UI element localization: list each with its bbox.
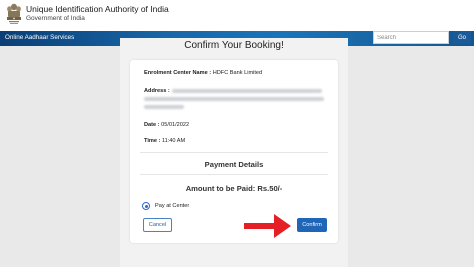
search-input[interactable]: [373, 31, 449, 44]
payment-heading: Payment Details: [204, 160, 264, 169]
site-header: Unique Identification Authority of India…: [0, 0, 474, 31]
address-redacted-line: [172, 89, 322, 93]
go-button[interactable]: Go: [453, 31, 471, 44]
booking-card: Enrolment Center Name : HDFC Bank Limite…: [130, 60, 338, 243]
confirm-button[interactable]: Confirm: [297, 218, 327, 232]
time-label: Time :: [144, 138, 161, 144]
address-redacted-line: [144, 97, 324, 101]
red-arrow-icon: [244, 214, 291, 238]
amount-text: Amount to be Paid: Rs.50/-: [185, 184, 283, 193]
pay-at-center-radio[interactable]: [142, 202, 150, 210]
center-value: HDFC Bank Limited: [212, 70, 263, 76]
org-subtitle: Government of India: [26, 15, 85, 22]
date-value: 05/01/2022: [161, 122, 190, 128]
date-label: Date :: [144, 122, 160, 128]
org-name: Unique Identification Authority of India: [26, 4, 169, 14]
date-row: Date : 05/01/2022: [144, 122, 189, 128]
time-row: Time : 11:40 AM: [144, 138, 185, 144]
address-row: Address :: [144, 88, 170, 94]
center-row: Enrolment Center Name : HDFC Bank Limite…: [144, 70, 262, 76]
pay-at-center-label[interactable]: Pay at Center: [155, 203, 189, 209]
page-title: Confirm Your Booking!: [184, 40, 284, 51]
center-label: Enrolment Center Name :: [144, 70, 212, 76]
national-emblem-icon: [7, 3, 21, 24]
section-divider: [140, 152, 328, 153]
address-redacted-line: [144, 105, 184, 109]
time-value: 11:40 AM: [161, 138, 186, 144]
address-label: Address :: [144, 88, 170, 94]
nav-title[interactable]: Online Aadhaar Services: [5, 34, 74, 41]
cancel-button[interactable]: Cancel: [143, 218, 172, 232]
section-divider: [140, 174, 328, 175]
